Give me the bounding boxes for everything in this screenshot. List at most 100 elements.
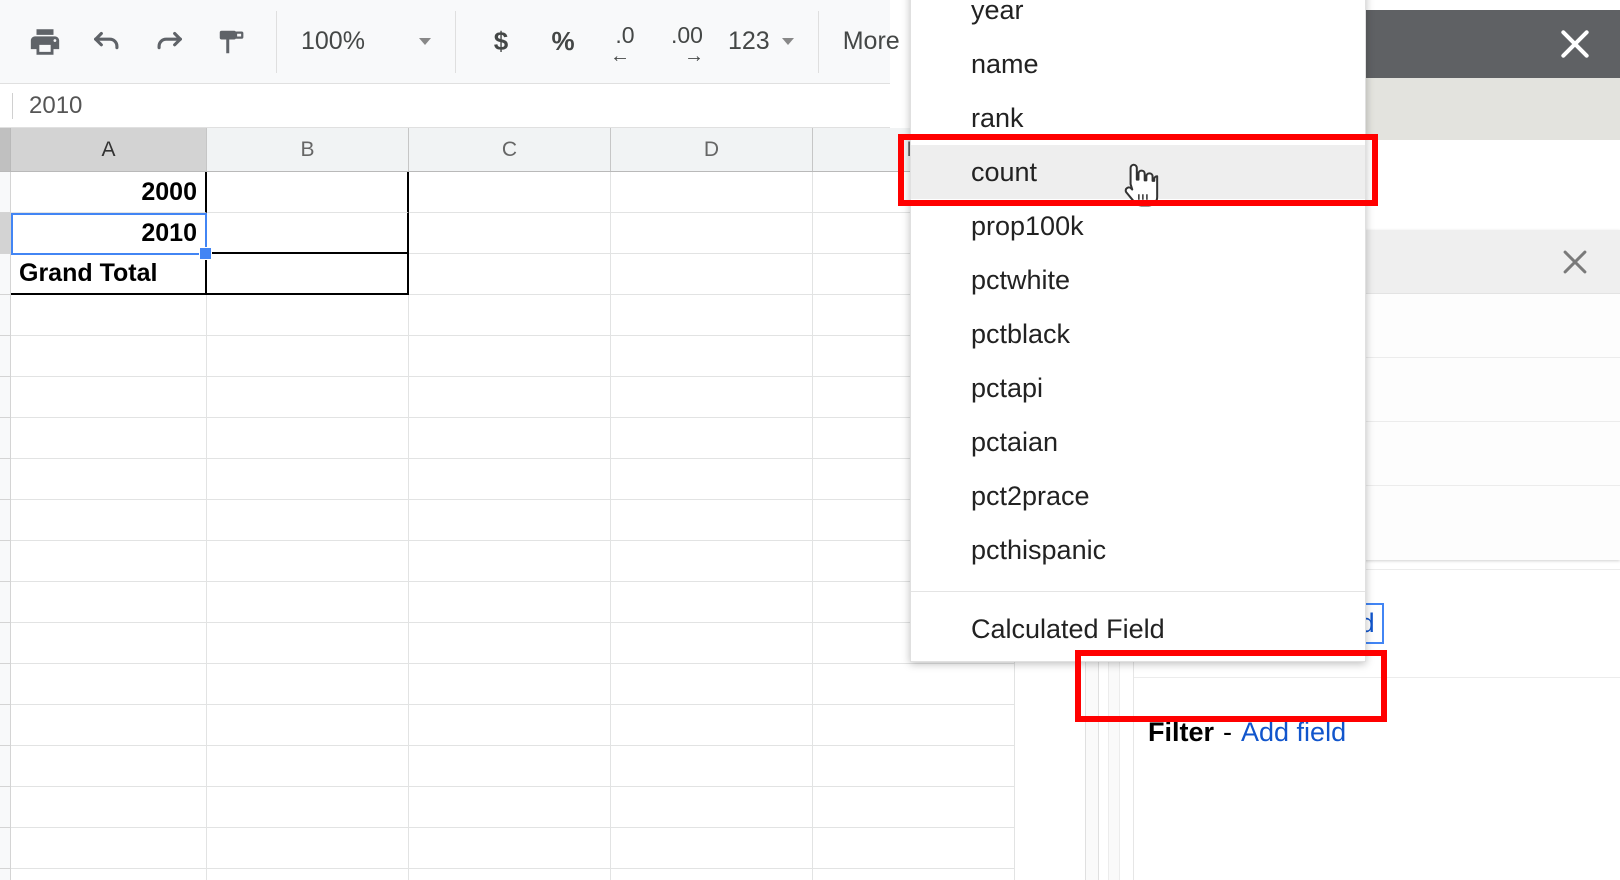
row-header-cell[interactable] (0, 869, 11, 880)
row-header-cell[interactable] (0, 418, 11, 459)
cell-a16[interactable] (11, 787, 207, 828)
cell-d12[interactable] (611, 623, 813, 664)
row-header-cell[interactable] (0, 705, 11, 746)
cell-d5[interactable] (611, 336, 813, 377)
cell-b3[interactable] (207, 254, 409, 295)
cell-d3[interactable] (611, 254, 813, 295)
row-header-cell[interactable] (0, 664, 11, 705)
print-icon[interactable] (14, 14, 76, 70)
row-header-cell[interactable] (0, 459, 11, 500)
cell-d4[interactable] (611, 295, 813, 336)
cell-d1[interactable] (611, 172, 813, 213)
cell-a13[interactable] (11, 664, 207, 705)
row-header-cell[interactable] (0, 541, 11, 582)
cell-c5[interactable] (409, 336, 611, 377)
cell-d10[interactable] (611, 541, 813, 582)
cell-d6[interactable] (611, 377, 813, 418)
cell-a11[interactable] (11, 582, 207, 623)
cell-b15[interactable] (207, 746, 409, 787)
cell-e15[interactable] (813, 746, 1015, 787)
cell-a8[interactable] (11, 459, 207, 500)
cell-e17[interactable] (813, 828, 1015, 869)
filter-add-field-link[interactable]: Add field (1241, 717, 1346, 748)
row-header-cell[interactable] (0, 623, 11, 664)
menu-item-pctwhite[interactable]: pctwhite (911, 253, 1365, 307)
menu-item-prop100k[interactable]: prop100k (911, 199, 1365, 253)
cell-a12[interactable] (11, 623, 207, 664)
cell-c9[interactable] (409, 500, 611, 541)
cell-a2[interactable]: 2010 (11, 213, 207, 254)
cell-d15[interactable] (611, 746, 813, 787)
menu-item-rank[interactable]: rank (911, 91, 1365, 145)
row-header-cell[interactable] (0, 787, 11, 828)
cell-c15[interactable] (409, 746, 611, 787)
column-header-d[interactable]: D (611, 128, 813, 171)
cell-c14[interactable] (409, 705, 611, 746)
cell-b14[interactable] (207, 705, 409, 746)
formula-bar[interactable]: 2010 (0, 84, 890, 128)
formula-input[interactable]: 2010 (13, 92, 82, 120)
cell-c11[interactable] (409, 582, 611, 623)
cell-a9[interactable] (11, 500, 207, 541)
row-header-cell[interactable] (0, 500, 11, 541)
menu-item-pct2prace[interactable]: pct2prace (911, 469, 1365, 523)
cell-d17[interactable] (611, 828, 813, 869)
row-header-cell[interactable] (0, 377, 11, 418)
cell-b6[interactable] (207, 377, 409, 418)
cell-c6[interactable] (409, 377, 611, 418)
cell-c18[interactable] (409, 869, 611, 880)
menu-item-year[interactable]: year (911, 0, 1365, 37)
cell-a7[interactable] (11, 418, 207, 459)
column-header-a[interactable]: A (11, 128, 207, 171)
cell-b11[interactable] (207, 582, 409, 623)
cell-e14[interactable] (813, 705, 1015, 746)
cell-b1[interactable] (207, 172, 409, 213)
row-header-cell[interactable] (0, 172, 11, 213)
grid-corner-selector[interactable] (0, 128, 11, 172)
menu-item-pcthispanic[interactable]: pcthispanic (911, 523, 1365, 577)
cell-c7[interactable] (409, 418, 611, 459)
cell-d7[interactable] (611, 418, 813, 459)
menu-item-count[interactable]: count (911, 145, 1365, 199)
column-header-c[interactable]: C (409, 128, 611, 171)
row-header-cell[interactable] (0, 295, 11, 336)
cell-a3[interactable]: Grand Total (11, 254, 207, 295)
cell-e16[interactable] (813, 787, 1015, 828)
cell-e18[interactable] (813, 869, 1015, 880)
zoom-selector[interactable]: 100% (291, 14, 441, 70)
cell-d18[interactable] (611, 869, 813, 880)
cell-d11[interactable] (611, 582, 813, 623)
increase-decimal-button[interactable]: .00 → (656, 14, 718, 70)
cell-b8[interactable] (207, 459, 409, 500)
cell-d2[interactable] (611, 213, 813, 254)
undo-icon[interactable] (76, 14, 138, 70)
cell-c17[interactable] (409, 828, 611, 869)
paint-format-icon[interactable] (200, 14, 262, 70)
cell-b13[interactable] (207, 664, 409, 705)
row-header-cell[interactable] (0, 336, 11, 377)
close-icon[interactable] (1544, 13, 1606, 75)
cell-a15[interactable] (11, 746, 207, 787)
cell-a10[interactable] (11, 541, 207, 582)
cell-c3[interactable] (409, 254, 611, 295)
cell-c16[interactable] (409, 787, 611, 828)
cell-b7[interactable] (207, 418, 409, 459)
cell-b5[interactable] (207, 336, 409, 377)
row-header-cell[interactable] (0, 828, 11, 869)
cell-a5[interactable] (11, 336, 207, 377)
cell-b2[interactable] (207, 213, 409, 254)
close-icon[interactable] (1546, 233, 1604, 291)
row-header-cell[interactable] (0, 213, 11, 254)
number-format-selector[interactable]: 123 (718, 14, 804, 70)
row-header-cell[interactable] (0, 582, 11, 623)
cell-b16[interactable] (207, 787, 409, 828)
menu-item-pctaian[interactable]: pctaian (911, 415, 1365, 469)
cell-d16[interactable] (611, 787, 813, 828)
percent-format-button[interactable]: % (532, 14, 594, 70)
decrease-decimal-button[interactable]: .0 ← (594, 14, 656, 70)
cell-c4[interactable] (409, 295, 611, 336)
menu-item-name[interactable]: name (911, 37, 1365, 91)
cell-b12[interactable] (207, 623, 409, 664)
cell-c12[interactable] (409, 623, 611, 664)
cell-c2[interactable] (409, 213, 611, 254)
